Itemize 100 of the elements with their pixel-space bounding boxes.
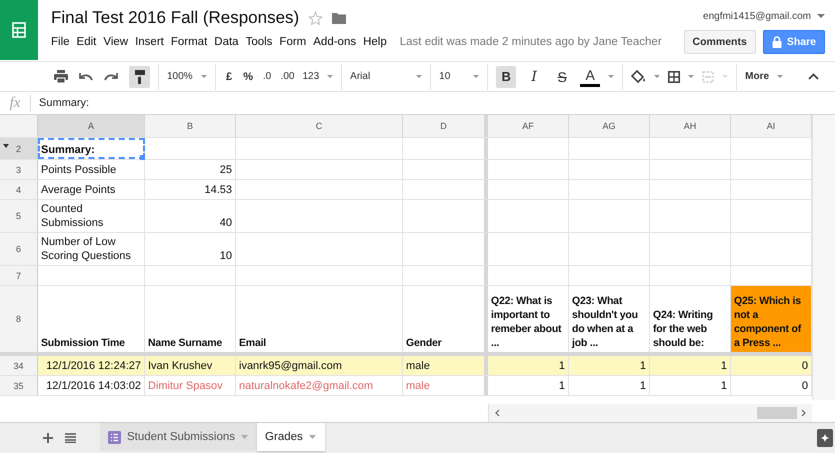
table-cell[interactable]: 40 xyxy=(145,200,236,232)
table-cell[interactable]: Counted Submissions xyxy=(38,200,145,232)
column-header[interactable]: A xyxy=(38,115,145,137)
star-icon[interactable] xyxy=(308,10,324,26)
table-cell[interactable]: 1 xyxy=(650,376,731,395)
caret-icon[interactable] xyxy=(241,435,248,439)
formula-input[interactable]: Summary: xyxy=(31,97,90,109)
bold-button[interactable]: B xyxy=(496,66,516,88)
sheet-tab[interactable]: Student Submissions xyxy=(100,423,258,451)
column-header[interactable]: D xyxy=(403,115,488,137)
menu-item[interactable]: Form xyxy=(279,36,314,48)
hidden-rows-icon[interactable] xyxy=(3,144,9,148)
column-header[interactable]: B xyxy=(145,115,236,137)
table-cell[interactable]: Number of Low Scoring Questions xyxy=(38,233,145,265)
menu-item[interactable]: Help xyxy=(363,36,394,48)
currency-button[interactable]: £ xyxy=(224,66,235,88)
row-header[interactable]: 8 xyxy=(0,286,38,352)
menu-item[interactable]: Tools xyxy=(246,36,280,48)
menu-item[interactable]: File xyxy=(51,36,77,48)
column-header[interactable]: AI xyxy=(731,115,812,137)
row-header[interactable]: 3 xyxy=(0,160,38,179)
menu-item[interactable]: Edit xyxy=(76,36,104,48)
sheet-tab[interactable]: Grades xyxy=(257,423,325,451)
caret-icon[interactable] xyxy=(608,74,614,78)
italic-button[interactable]: I xyxy=(524,66,544,88)
table-cell[interactable]: Q22: What is important to remeber about ... xyxy=(488,286,569,352)
table-cell[interactable]: 12/1/2016 14:03:02 xyxy=(38,376,145,395)
table-cell[interactable]: 14.53 xyxy=(145,180,236,199)
menu-item[interactable]: View xyxy=(103,36,136,48)
account-email[interactable]: engfmi1415@gmail.com xyxy=(703,11,811,22)
table-cell[interactable]: 25 xyxy=(145,160,236,179)
row-header[interactable]: 34 xyxy=(0,356,38,375)
table-cell[interactable]: 12/1/2016 12:24:27 xyxy=(38,356,145,375)
sheets-logo[interactable] xyxy=(0,0,38,60)
document-title[interactable]: Final Test 2016 Fall (Responses) xyxy=(51,8,300,28)
table-cell[interactable]: Q23: What shouldn't you do when at a job ... xyxy=(569,286,650,352)
last-edit-link[interactable]: Last edit was made 2 minutes ago by Jane Teacher xyxy=(400,36,662,48)
caret-icon[interactable] xyxy=(308,435,316,439)
caret-icon[interactable] xyxy=(688,74,694,78)
menu-item[interactable]: Add-ons xyxy=(313,36,364,48)
more-dropdown[interactable]: More xyxy=(745,71,770,82)
table-cell[interactable]: 1 xyxy=(569,376,650,395)
table-cell[interactable]: Points Possible xyxy=(38,160,145,179)
merge-cells-icon[interactable] xyxy=(702,70,714,82)
menu-item[interactable]: Format xyxy=(170,36,214,48)
row-header[interactable]: 2 xyxy=(0,138,38,159)
caret-icon[interactable] xyxy=(473,74,480,78)
table-cell[interactable]: 1 xyxy=(569,356,650,375)
row-header[interactable]: 35 xyxy=(0,376,38,395)
caret-icon[interactable] xyxy=(416,74,422,78)
vertical-scrollbar[interactable] xyxy=(812,115,835,400)
table-cell[interactable]: male xyxy=(403,356,488,375)
explore-button[interactable] xyxy=(817,429,833,447)
table-cell[interactable]: 1 xyxy=(488,356,569,375)
strikethrough-button[interactable]: S xyxy=(552,66,572,88)
table-cell[interactable]: 10 xyxy=(145,233,236,265)
zoom-dropdown[interactable]: 100% xyxy=(167,71,193,82)
decrease-decimals-button[interactable]: .0 xyxy=(262,66,273,88)
table-cell[interactable]: 0 xyxy=(731,356,812,375)
column-header[interactable]: AF xyxy=(488,115,569,137)
paint-format-button[interactable] xyxy=(129,66,150,88)
menu-item[interactable]: Insert xyxy=(135,36,171,48)
table-cell[interactable]: Ivan Krushev xyxy=(145,356,236,375)
fill-color-icon[interactable] xyxy=(631,70,646,84)
caret-icon[interactable] xyxy=(200,74,207,78)
redo-icon[interactable] xyxy=(104,72,118,81)
row-header[interactable]: 6 xyxy=(0,233,38,265)
column-header[interactable]: AG xyxy=(569,115,650,137)
table-cell[interactable]: 1 xyxy=(488,376,569,395)
comments-button[interactable]: Comments xyxy=(684,30,756,54)
font-dropdown[interactable]: Arial xyxy=(350,71,408,82)
caret-icon[interactable] xyxy=(654,74,660,78)
caret-icon[interactable] xyxy=(817,14,825,19)
horizontal-scrollbar[interactable] xyxy=(488,404,812,422)
select-all-corner[interactable] xyxy=(0,115,38,137)
table-cell[interactable]: Name Surname xyxy=(145,286,236,352)
menu-item[interactable]: Data xyxy=(214,36,246,48)
collapse-icon[interactable] xyxy=(808,73,819,80)
scrollbar-thumb[interactable] xyxy=(757,407,797,419)
text-color-button[interactable]: A xyxy=(580,66,600,86)
add-sheet-icon[interactable] xyxy=(43,433,53,443)
scroll-right-icon[interactable] xyxy=(801,409,806,417)
borders-icon[interactable] xyxy=(668,70,680,82)
undo-icon[interactable] xyxy=(79,72,93,81)
column-header[interactable]: C xyxy=(236,115,403,137)
row-header[interactable]: 7 xyxy=(0,266,38,285)
column-header[interactable]: AH xyxy=(650,115,731,137)
table-cell[interactable]: ivanrk95@gmail.com xyxy=(236,356,403,375)
table-cell[interactable]: Email xyxy=(236,286,403,352)
caret-icon[interactable] xyxy=(327,74,334,78)
percent-button[interactable]: % xyxy=(242,66,254,88)
increase-decimals-button[interactable]: .00 xyxy=(280,66,294,88)
row-header[interactable]: 5 xyxy=(0,200,38,232)
number-format-dropdown[interactable]: 123 xyxy=(302,71,320,82)
table-cell[interactable]: Submission Time xyxy=(38,286,145,352)
table-cell[interactable]: Average Points xyxy=(38,180,145,199)
table-cell[interactable]: Q25: Which is not a component of a Press ... xyxy=(731,286,812,352)
table-cell[interactable]: 1 xyxy=(650,356,731,375)
table-cell[interactable]: Summary: xyxy=(38,138,145,159)
scroll-left-icon[interactable] xyxy=(495,409,500,417)
